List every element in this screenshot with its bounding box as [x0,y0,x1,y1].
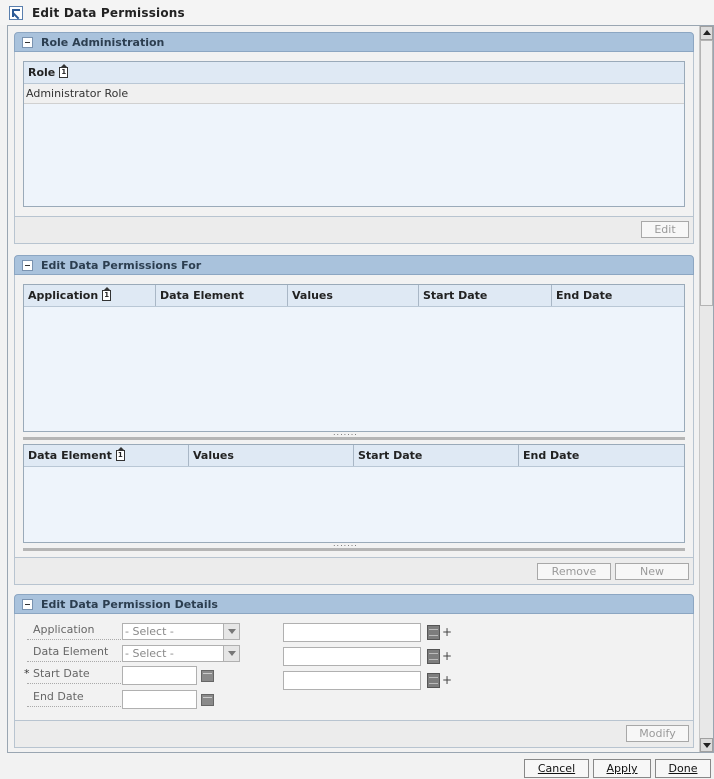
column-start-date[interactable]: Start Date [419,285,552,306]
collapse-icon[interactable] [22,259,33,271]
list-picker-icon[interactable] [427,673,440,688]
details-body: Application - Select - Data Element - Se… [14,614,694,720]
cancel-button-label: Cancel [537,762,576,775]
application-select[interactable]: - Select - [122,623,240,640]
done-button-label: Done [668,762,698,775]
column-data-element-label: Data Element [28,449,112,462]
divider [27,661,123,662]
role-administration-body: Role 1 Administrator Role [14,52,694,216]
column-values[interactable]: Values [288,285,419,306]
required-marker: * [24,667,30,680]
apply-button[interactable]: Apply [593,759,651,778]
divider [27,639,123,640]
role-administration-header[interactable]: Role Administration [14,32,694,52]
role-footer-bar: Edit [14,216,694,244]
data-element-label: Data Element [33,645,109,658]
calendar-icon[interactable] [201,694,214,706]
edit-button[interactable]: Edit [641,221,689,238]
data-element-select[interactable]: - Select - [122,645,240,662]
permissions-for-header[interactable]: Edit Data Permissions For [14,255,694,275]
role-administration-panel: Role Administration Role 1 Administrator… [14,32,694,244]
window-title: Edit Data Permissions [32,5,185,20]
scroll-thumb[interactable] [700,40,713,306]
column-application[interactable]: Application 1 [24,285,156,306]
start-date-label-text: Start Date [33,667,90,680]
permissions-for-body: Application 1 Data Element Values Start … [14,275,694,557]
role-name-cell: Administrator Role [26,87,129,100]
table-row[interactable]: Administrator Role [24,84,684,104]
sort-ascending-icon[interactable]: 1 [59,64,69,78]
done-button[interactable]: Done [655,759,711,778]
expand-arrow-icon[interactable] [9,5,23,20]
column-role-label: Role [28,66,56,79]
details-panel: Edit Data Permission Details Application… [14,594,694,748]
title-bar: Edit Data Permissions [0,0,714,25]
column-values[interactable]: Values [189,445,354,466]
list-picker-icon[interactable] [427,649,440,664]
add-icon[interactable]: + [442,673,452,687]
values-input[interactable] [283,647,421,666]
chevron-down-icon[interactable] [223,624,239,639]
list-picker-icon[interactable] [427,625,440,640]
sort-ascending-icon[interactable]: 1 [115,447,125,461]
role-grid: Role 1 Administrator Role [23,61,685,207]
details-footer-bar: Modify [14,720,694,748]
chevron-down-icon[interactable] [223,646,239,661]
data-element-select-value: - Select - [125,647,174,660]
data-element-grid: Data Element 1 Values Start Date End Dat… [23,444,685,543]
end-date-input[interactable] [122,690,197,709]
panel-title: Role Administration [41,35,165,49]
column-application-label: Application [28,289,99,302]
cancel-button[interactable]: Cancel [524,759,589,778]
vertical-scrollbar[interactable] [699,26,713,752]
panel-title: Edit Data Permission Details [41,597,218,611]
add-icon[interactable]: + [442,625,452,639]
panel-title: Edit Data Permissions For [41,258,202,272]
new-button[interactable]: New [615,563,689,580]
calendar-icon[interactable] [201,670,214,682]
permissions-grid-header: Application 1 Data Element Values Start … [24,285,684,307]
scroll-up-icon[interactable] [700,26,713,40]
apply-button-label: Apply [606,762,638,775]
remove-button[interactable]: Remove [537,563,611,580]
divider [27,683,123,684]
column-role[interactable]: Role 1 [24,62,684,83]
add-icon[interactable]: + [442,649,452,663]
permissions-for-panel: Edit Data Permissions For Application 1 … [14,255,694,585]
end-date-label: End Date [33,690,84,703]
start-date-label: * Start Date [24,667,90,680]
collapse-icon[interactable] [22,598,33,610]
content-frame: Role Administration Role 1 Administrator… [7,25,714,753]
collapse-icon[interactable] [22,36,33,48]
sort-ascending-icon[interactable]: 1 [102,287,112,301]
values-input[interactable] [283,671,421,690]
permissions-footer-bar: Remove New [14,557,694,585]
column-start-date[interactable]: Start Date [354,445,519,466]
application-select-value: - Select - [125,625,174,638]
details-header[interactable]: Edit Data Permission Details [14,594,694,614]
column-data-element[interactable]: Data Element 1 [24,445,189,466]
start-date-input[interactable] [122,666,197,685]
role-grid-header: Role 1 [24,62,684,84]
divider [27,706,123,707]
column-end-date[interactable]: End Date [552,285,684,306]
column-end-date[interactable]: End Date [519,445,684,466]
scroll-down-icon[interactable] [700,738,713,752]
data-element-grid-header: Data Element 1 Values Start Date End Dat… [24,445,684,467]
values-input[interactable] [283,623,421,642]
resize-handle[interactable] [23,428,685,440]
column-data-element[interactable]: Data Element [156,285,288,306]
resize-handle[interactable] [23,539,685,551]
permissions-grid: Application 1 Data Element Values Start … [23,284,685,432]
modify-button[interactable]: Modify [626,725,689,742]
application-label: Application [33,623,95,636]
